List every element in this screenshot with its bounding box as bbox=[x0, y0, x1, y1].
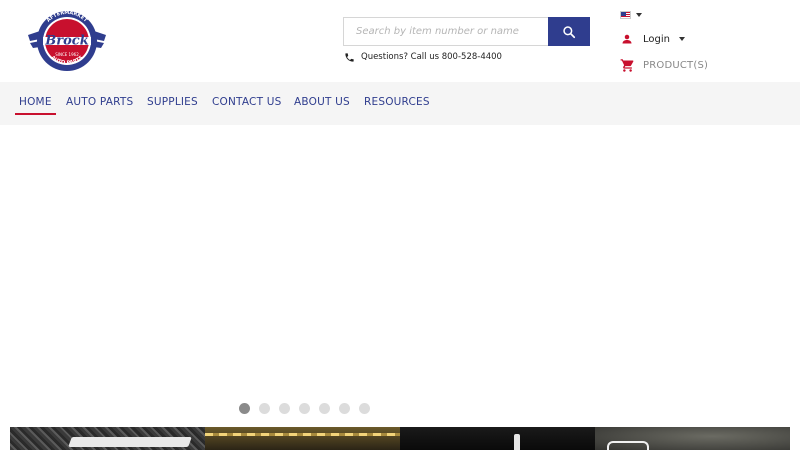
mirror-tile[interactable] bbox=[595, 427, 790, 450]
cart-button[interactable]: PRODUCT(S) bbox=[620, 57, 708, 73]
carousel-dots bbox=[239, 403, 370, 414]
carousel-dot[interactable] bbox=[259, 403, 270, 414]
nav-item-home[interactable]: HOME bbox=[15, 96, 56, 115]
nav-item-supplies[interactable]: SUPPLIES bbox=[147, 96, 198, 108]
login-menu[interactable]: Login bbox=[621, 32, 685, 46]
phone-icon bbox=[345, 52, 354, 62]
contact-line: Questions? Call us 800-528-4400 bbox=[344, 50, 502, 64]
carousel-dot[interactable] bbox=[239, 403, 250, 414]
cart-icon bbox=[620, 58, 634, 72]
nav-item-resources[interactable]: RESOURCES bbox=[364, 96, 430, 108]
nav-item-auto-parts[interactable]: AUTO PARTS bbox=[66, 96, 133, 108]
carousel-dot[interactable] bbox=[299, 403, 310, 414]
us-flag-icon bbox=[620, 11, 631, 19]
logo-since: SINCE 1962 bbox=[55, 52, 79, 57]
search-button[interactable] bbox=[548, 17, 590, 46]
carousel-dot[interactable] bbox=[359, 403, 370, 414]
gold-shelf-tile[interactable] bbox=[205, 427, 400, 450]
carousel-dot[interactable] bbox=[339, 403, 350, 414]
chevron-down-icon bbox=[678, 37, 685, 41]
category-tiles bbox=[10, 427, 790, 450]
nav-item-contact-us[interactable]: CONTACT US bbox=[212, 96, 281, 108]
logo-wordmark: Brock bbox=[44, 34, 88, 49]
brock-logo[interactable]: Brock SINCE 1962 AFTERMARKET AUTO PARTS bbox=[26, 9, 108, 73]
cart-label: PRODUCT(S) bbox=[643, 59, 709, 71]
carousel-dot[interactable] bbox=[319, 403, 330, 414]
contact-phone-text[interactable]: Questions? Call us 800-528-4400 bbox=[361, 52, 502, 62]
site-header: Brock SINCE 1962 AFTERMARKET AUTO PARTS … bbox=[0, 0, 800, 82]
user-icon bbox=[622, 34, 632, 44]
language-selector[interactable] bbox=[620, 9, 642, 21]
search-icon bbox=[563, 25, 576, 38]
search-input[interactable] bbox=[343, 17, 548, 46]
diamond-plate-tile[interactable] bbox=[10, 427, 205, 450]
carousel-dot[interactable] bbox=[279, 403, 290, 414]
chevron-down-icon bbox=[636, 13, 642, 17]
hero-carousel bbox=[0, 125, 800, 425]
login-label: Login bbox=[643, 33, 670, 45]
main-nav: HOME AUTO PARTS SUPPLIES CONTACT US ABOU… bbox=[0, 82, 800, 125]
search-bar bbox=[343, 17, 590, 46]
dark-bottle-tile[interactable] bbox=[400, 427, 595, 450]
nav-item-about-us[interactable]: ABOUT US bbox=[294, 96, 350, 108]
